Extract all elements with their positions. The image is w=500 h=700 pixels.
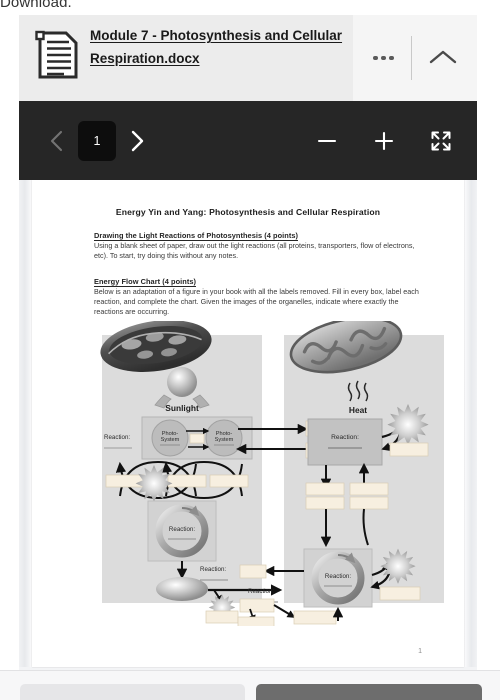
- figure-label-sunlight: Sunlight: [165, 403, 199, 413]
- section-body: Below is an adaptation of a figure in yo…: [94, 287, 419, 317]
- blank-box: [239, 598, 275, 613]
- attachment-file-zone[interactable]: Module 7 - Photosynthesis and Cellular R…: [19, 15, 353, 101]
- document-icon: [34, 23, 80, 86]
- sun-orb: [167, 367, 197, 397]
- attachment-card: Module 7 - Photosynthesis and Cellular R…: [19, 15, 477, 101]
- fullscreen-button[interactable]: [421, 121, 461, 161]
- svg-text:System: System: [161, 437, 180, 443]
- blank-box: [389, 442, 429, 457]
- primary-button[interactable]: [256, 684, 482, 700]
- section-heading: Drawing the Light Reactions of Photosynt…: [94, 231, 298, 240]
- section-light-reactions: Drawing the Light Reactions of Photosynt…: [94, 231, 426, 261]
- section-body: Using a blank sheet of paper, draw out t…: [94, 241, 415, 261]
- blank-box: [349, 496, 389, 510]
- figure-label-reaction-right-lower: Reaction:: [248, 588, 274, 595]
- blank-box: [209, 474, 249, 488]
- attachment-actions: [353, 15, 477, 101]
- blank-box: [167, 474, 207, 488]
- figure-label-reaction-left-lower: Reaction:: [200, 566, 226, 573]
- blank-box: [189, 433, 205, 444]
- figure-label-heat: Heat: [349, 405, 367, 415]
- blank-box: [205, 610, 239, 624]
- blank-box: [379, 586, 421, 601]
- svg-text:System: System: [215, 437, 234, 443]
- page-gutter-right: [464, 180, 477, 667]
- bottom-divider: [0, 670, 500, 671]
- screen: Download. Module 7 - Photosynthesis and …: [0, 0, 500, 700]
- document-page-number: 1: [418, 648, 422, 655]
- ellipsis-icon[interactable]: [357, 55, 411, 61]
- figure-label-reaction-right-box: Reaction:: [331, 434, 359, 441]
- previous-page-button[interactable]: [36, 120, 78, 162]
- section-energy-flow-chart: Energy Flow Chart (4 points) Below is an…: [94, 277, 426, 318]
- figure-label-reaction-left: Reaction:: [104, 434, 130, 441]
- figure-label-reaction-left-cycle: Reaction:: [169, 526, 195, 533]
- page-gutter-left: [19, 180, 32, 667]
- blank-box: [305, 482, 345, 496]
- secondary-button[interactable]: [20, 684, 245, 700]
- page-number-input[interactable]: 1: [78, 120, 116, 161]
- energy-flow-figure: Sunlight Heat Photo- System Photo- Syste…: [98, 321, 448, 626]
- document-viewer[interactable]: Energy Yin and Yang: Photosynthesis and …: [19, 180, 477, 670]
- zoom-out-button[interactable]: [307, 121, 347, 161]
- section-heading: Energy Flow Chart (4 points): [94, 277, 196, 286]
- page-title-text: Energy Yin and Yang: Photosynthesis and …: [115, 207, 381, 217]
- above-card-text: Download.: [0, 0, 72, 11]
- bottom-bar: [0, 670, 500, 700]
- chevron-up-icon[interactable]: [412, 48, 474, 68]
- page-navigation: 1: [19, 120, 158, 162]
- document-title: Energy Yin and Yang: Photosynthesis and …: [32, 207, 464, 217]
- blank-box: [349, 482, 389, 496]
- zoom-in-button[interactable]: [364, 121, 404, 161]
- blank-box: [305, 496, 345, 510]
- blank-box: [293, 610, 337, 625]
- blank-box: [239, 564, 267, 579]
- document-page: Energy Yin and Yang: Photosynthesis and …: [32, 180, 464, 667]
- next-page-button[interactable]: [116, 120, 158, 162]
- attachment-file-name[interactable]: Module 7 - Photosynthesis and Cellular R…: [90, 23, 353, 70]
- pdf-viewer-toolbar: 1: [19, 101, 477, 180]
- figure-label-reaction-right-cycle: Reaction:: [325, 573, 351, 580]
- zoom-controls: [307, 121, 477, 161]
- blank-box: [237, 616, 275, 626]
- blank-box: [105, 474, 145, 488]
